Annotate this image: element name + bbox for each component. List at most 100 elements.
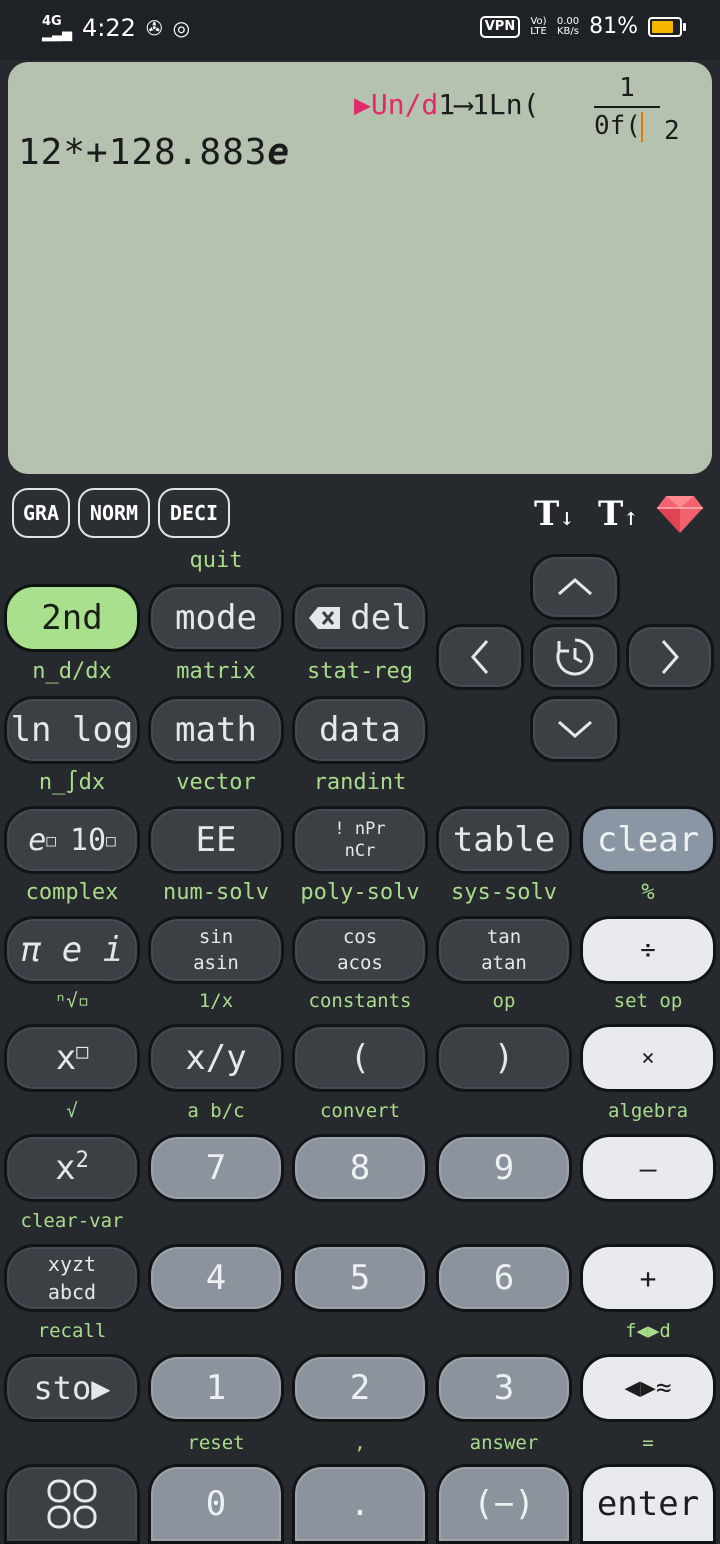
label-vector: vector — [176, 770, 256, 795]
text-cursor — [640, 111, 643, 142]
digit-9-button[interactable]: 9 — [436, 1134, 572, 1202]
label-randint: randint — [313, 770, 407, 795]
fraction-denominator: 0f( — [594, 110, 660, 142]
store-button[interactable]: sto▶ — [4, 1354, 140, 1422]
digit-4-button[interactable]: 4 — [148, 1244, 284, 1312]
history-button[interactable] — [530, 624, 620, 690]
volte-bottom: LTE — [530, 25, 547, 37]
exponent: 2 — [664, 116, 680, 146]
x-power-button[interactable]: x □ — [4, 1024, 140, 1092]
delete-label: del — [350, 598, 412, 638]
variables-button[interactable]: xyzt abcd — [4, 1244, 140, 1312]
label-quit: quit — [189, 548, 243, 573]
label-n-int-dx: n_∫dx — [38, 770, 106, 795]
digit-3-button[interactable]: 3 — [436, 1354, 572, 1422]
label-stat-reg: stat-reg — [307, 659, 413, 684]
up-arrow-button[interactable] — [530, 554, 620, 620]
aperture-icon: ✇ — [145, 16, 163, 40]
current-expression: 12*+128.883e — [18, 132, 290, 173]
font-decrease-icon[interactable]: T↓ — [534, 494, 574, 534]
digit-7-button[interactable]: 7 — [148, 1134, 284, 1202]
label-reset: reset — [187, 1432, 245, 1454]
premium-gem-icon[interactable] — [656, 494, 704, 534]
label-matrix: matrix — [176, 659, 256, 684]
norm-mode-button[interactable]: NORM — [78, 488, 150, 538]
factorial-npr-ncr-button[interactable]: ! nPr nCr — [292, 806, 428, 874]
x-squared-button[interactable]: x2 — [4, 1134, 140, 1202]
label-complex: complex — [25, 880, 119, 905]
label-nth-root: ⁿ√▫ — [54, 990, 90, 1012]
divide-button[interactable]: ÷ — [580, 916, 716, 984]
x-base: x — [55, 1148, 76, 1188]
minus-button[interactable]: — — [580, 1134, 716, 1202]
e-base: e — [28, 822, 47, 858]
ncr-label: nCr — [344, 841, 376, 861]
multiply-button[interactable]: × — [580, 1024, 716, 1092]
label-comma: , — [354, 1432, 366, 1454]
label-equals: = — [642, 1432, 654, 1454]
deci-mode-button[interactable]: DECI — [158, 488, 230, 538]
digit-6-button[interactable]: 6 — [436, 1244, 572, 1312]
decimal-point-button[interactable]: . — [292, 1464, 428, 1544]
delete-button[interactable]: del — [292, 584, 428, 652]
chevron-down-icon — [558, 720, 592, 738]
label-set-op: set op — [613, 990, 683, 1012]
exp-pow-button[interactable]: e □ 10 □ — [4, 806, 140, 874]
enter-button[interactable]: enter — [580, 1464, 716, 1544]
ten-base: 10 — [69, 822, 107, 858]
status-time: 4:22 — [82, 14, 136, 42]
gra-mode-button[interactable]: GRA — [12, 488, 70, 538]
speed-unit: KB/s — [556, 25, 579, 37]
tan-button[interactable]: tan atan — [436, 916, 572, 984]
history-clock-icon — [556, 638, 594, 676]
fraction-bar — [594, 106, 660, 108]
label-poly-solv: poly-solv — [300, 880, 420, 905]
apps-grid-button[interactable] — [4, 1464, 140, 1544]
history-expression: ▶Un/d1⟶1Ln( — [354, 88, 539, 121]
label-algebra: algebra — [607, 1100, 689, 1122]
atan-label: atan — [481, 952, 527, 974]
second-button[interactable]: 2nd — [4, 584, 140, 652]
expression-text: 12*+128.883 — [18, 132, 268, 173]
data-button[interactable]: data — [292, 696, 428, 764]
ln-log-button[interactable]: ln log — [4, 696, 140, 764]
backspace-icon — [309, 607, 341, 629]
right-arrow-button[interactable] — [626, 624, 714, 690]
table-button[interactable]: table — [436, 806, 572, 874]
pi-e-i-button[interactable]: π e i — [4, 916, 140, 984]
label-sys-solv: sys-solv — [451, 880, 557, 905]
asin-label: asin — [193, 952, 239, 974]
history-rest: 1⟶1Ln( — [438, 88, 540, 121]
chevron-left-icon — [471, 640, 489, 674]
chevron-right-icon — [661, 640, 679, 674]
digit-8-button[interactable]: 8 — [292, 1134, 428, 1202]
digit-2-button[interactable]: 2 — [292, 1354, 428, 1422]
cos-label: cos — [342, 926, 378, 948]
factorial-npr-label: ! nPr — [334, 819, 386, 839]
box-placeholder-icon: □ — [46, 830, 56, 850]
plus-button[interactable]: + — [580, 1244, 716, 1312]
left-arrow-button[interactable] — [436, 624, 524, 690]
vars-top-label: xyzt — [47, 1252, 97, 1276]
right-paren-button[interactable]: ) — [436, 1024, 572, 1092]
digit-0-button[interactable]: 0 — [148, 1464, 284, 1544]
label-recall: recall — [37, 1320, 107, 1342]
digit-1-button[interactable]: 1 — [148, 1354, 284, 1422]
mode-button[interactable]: mode — [148, 584, 284, 652]
status-bar: 4G ▂▃▅ 4:22 ✇ ◎ VPN Vo) LTE 0.00 KB/s 81% — [0, 0, 720, 60]
sin-button[interactable]: sin asin — [148, 916, 284, 984]
label-convert: convert — [319, 1100, 401, 1122]
negate-button[interactable]: (−) — [436, 1464, 572, 1544]
left-paren-button[interactable]: ( — [292, 1024, 428, 1092]
ee-button[interactable]: EE — [148, 806, 284, 874]
x-over-y-button[interactable]: x/y — [148, 1024, 284, 1092]
font-increase-icon[interactable]: T↑ — [598, 494, 638, 534]
clear-button[interactable]: clear — [580, 806, 716, 874]
label-constants: constants — [308, 990, 412, 1012]
down-arrow-button[interactable] — [530, 696, 620, 762]
calculator-display[interactable]: ▶Un/d1⟶1Ln( 1 0f( 2 12*+128.883e — [8, 62, 712, 474]
math-button[interactable]: math — [148, 696, 284, 764]
digit-5-button[interactable]: 5 — [292, 1244, 428, 1312]
cos-button[interactable]: cos acos — [292, 916, 428, 984]
approx-toggle-button[interactable]: ◀▶≈ — [580, 1354, 716, 1422]
